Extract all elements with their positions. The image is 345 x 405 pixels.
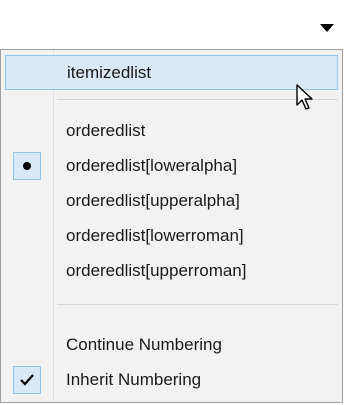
caret-down-icon (320, 24, 334, 32)
menu-item-orderedlist-upperroman[interactable]: orderedlist[upperroman] (1, 253, 342, 288)
menu-item-label: Inherit Numbering (66, 369, 202, 389)
menu-item-label: orderedlist[lowerroman] (66, 225, 244, 245)
menu-item-label: orderedlist (66, 120, 146, 140)
menu-item-label: orderedlist[upperroman] (66, 260, 247, 280)
checkmark-icon (20, 373, 34, 386)
mouse-pointer-icon (296, 84, 313, 110)
menu-item-label: orderedlist[loweralpha] (66, 155, 238, 175)
menu-item-label: orderedlist[upperalpha] (66, 190, 240, 210)
menu-item-orderedlist-upperalpha[interactable]: orderedlist[upperalpha] (1, 183, 342, 218)
menu-item-inherit-numbering[interactable]: Inherit Numbering (1, 362, 342, 397)
menu-item-itemizedlist[interactable]: itemizedlist (5, 55, 338, 90)
list-style-menu: itemizedlist orderedlist orderedlist[low… (0, 49, 343, 403)
menu-item-continue-numbering[interactable]: Continue Numbering (1, 327, 342, 362)
bullet-icon (23, 161, 31, 170)
dropdown-toggle-button[interactable] (311, 12, 343, 44)
menu-item-orderedlist-lowerroman[interactable]: orderedlist[lowerroman] (1, 218, 342, 253)
menu-item-label: Continue Numbering (66, 334, 222, 354)
menu-item-orderedlist[interactable]: orderedlist (1, 113, 342, 148)
checked-indicator (13, 365, 41, 394)
menu-separator (57, 304, 338, 305)
selected-indicator (13, 151, 41, 180)
menu-item-label: itemizedlist (67, 62, 152, 82)
menu-item-orderedlist-loweralpha[interactable]: orderedlist[loweralpha] (1, 148, 342, 183)
